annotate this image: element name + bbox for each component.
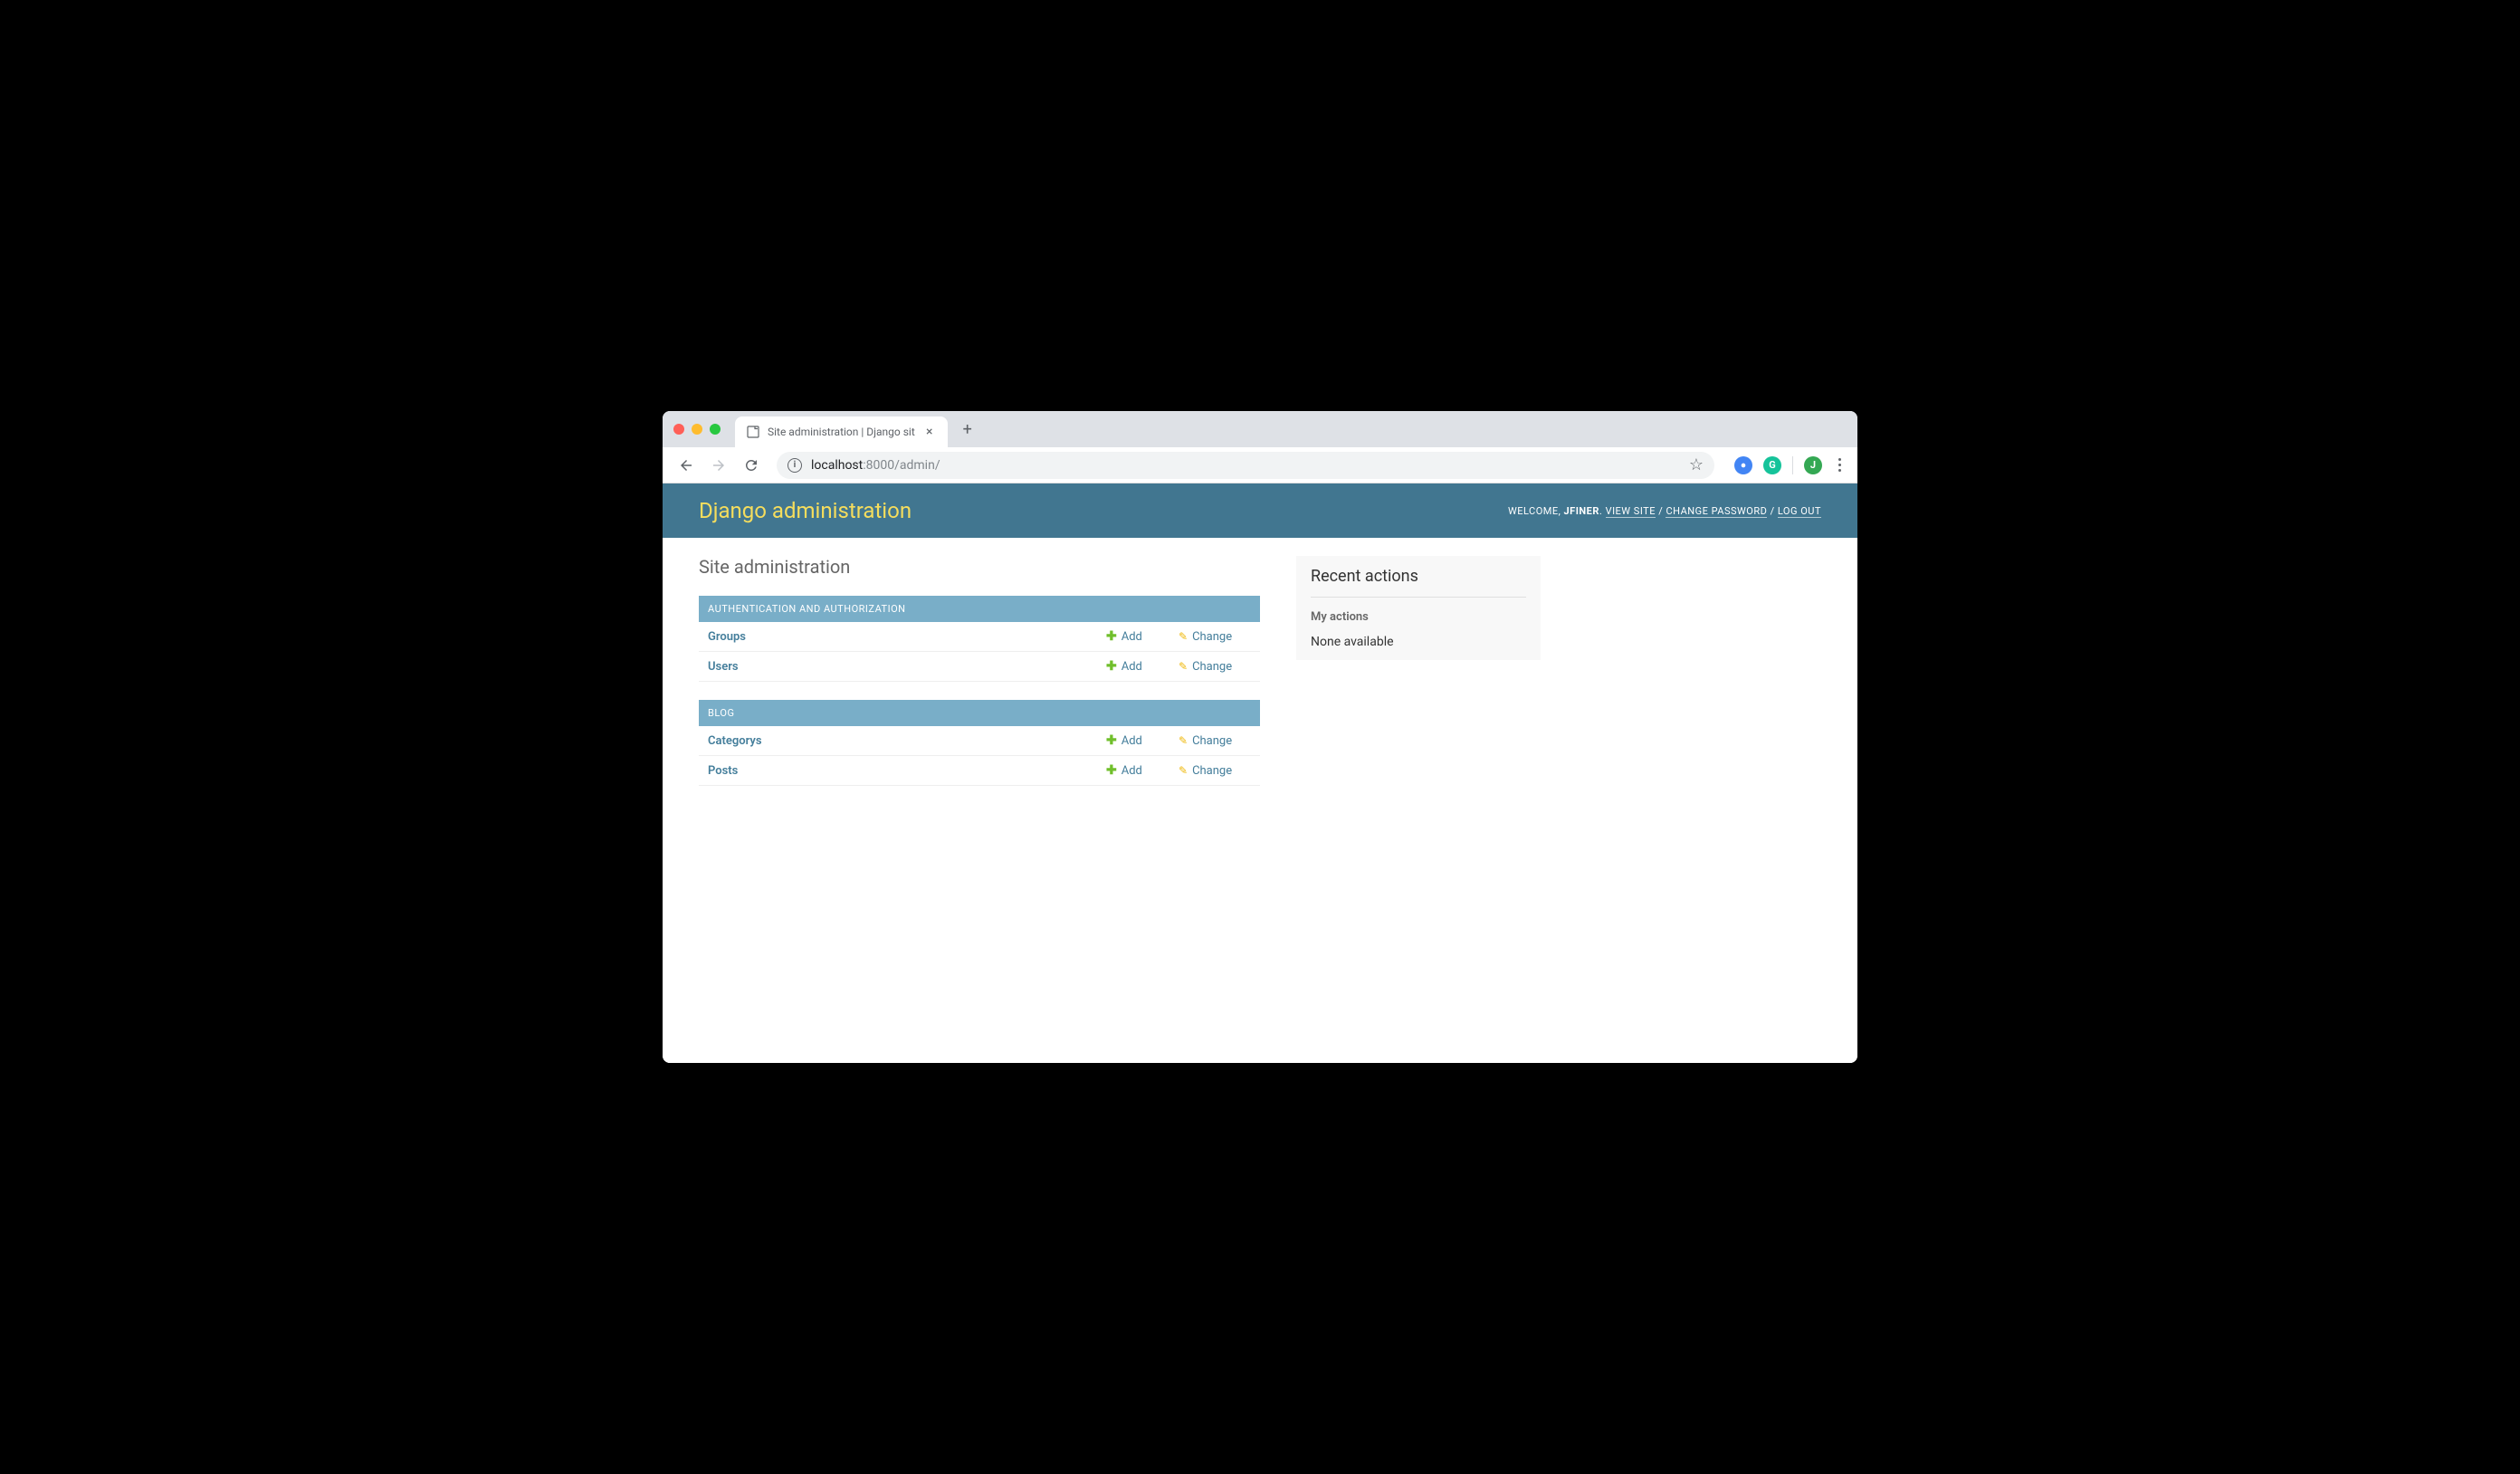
address-bar[interactable]: i localhost:8000/admin/ ☆ [777, 452, 1714, 479]
extension-icon-1[interactable] [1734, 456, 1752, 474]
module: BLOGCategorys✚Add✎ChangePosts✚Add✎Change [699, 700, 1260, 786]
change-link[interactable]: ✎ Change [1179, 764, 1251, 778]
model-row: Groups✚ Add ✎ Change [699, 622, 1260, 652]
site-info-icon[interactable]: i [788, 458, 802, 473]
reload-button[interactable] [739, 453, 764, 478]
model-row: Users✚ Add ✎ Change [699, 652, 1260, 682]
plus-icon: ✚ [1106, 629, 1117, 644]
browser-window: Site administration | Django sit × + i l… [663, 411, 1857, 1063]
page-icon [746, 425, 760, 439]
add-label: Add [1122, 660, 1142, 674]
url-path: :8000/admin/ [863, 458, 940, 473]
window-maximize-button[interactable] [710, 424, 721, 435]
plus-icon: ✚ [1106, 763, 1117, 778]
change-link[interactable]: ✎ Change [1179, 734, 1251, 748]
module: AUTHENTICATION AND AUTHORIZATIONGroups✚A… [699, 596, 1260, 682]
model-link[interactable]: Groups [708, 630, 1106, 644]
url-text: localhost:8000/admin/ [811, 458, 1680, 473]
window-minimize-button[interactable] [692, 424, 702, 435]
recent-actions-none: None available [1311, 635, 1526, 649]
add-label: Add [1122, 764, 1142, 778]
change-password-link[interactable]: CHANGE PASSWORD [1666, 505, 1767, 518]
page-content: Django administration WELCOME, JFINER. V… [663, 483, 1857, 1063]
content-main: Site administration AUTHENTICATION AND A… [699, 556, 1260, 804]
change-label: Change [1192, 764, 1232, 778]
tab-title: Site administration | Django sit [768, 426, 915, 438]
bookmark-icon[interactable]: ☆ [1689, 455, 1704, 474]
pencil-icon: ✎ [1179, 764, 1188, 777]
model-row: Posts✚ Add ✎ Change [699, 756, 1260, 786]
my-actions-subtitle: My actions [1311, 610, 1526, 624]
recent-actions-module: Recent actions My actions None available [1296, 556, 1541, 660]
main-content: Site administration AUTHENTICATION AND A… [663, 538, 1857, 822]
module-caption[interactable]: BLOG [699, 700, 1260, 726]
module-caption[interactable]: AUTHENTICATION AND AUTHORIZATION [699, 596, 1260, 622]
tab-bar: Site administration | Django sit × + [663, 411, 1857, 447]
model-link[interactable]: Users [708, 660, 1106, 674]
extension-icon-2[interactable]: G [1763, 456, 1781, 474]
add-label: Add [1122, 630, 1142, 644]
change-label: Change [1192, 660, 1232, 674]
window-close-button[interactable] [673, 424, 684, 435]
browser-toolbar: i localhost:8000/admin/ ☆ G J [663, 447, 1857, 483]
change-link[interactable]: ✎ Change [1179, 630, 1251, 644]
welcome-text: WELCOME, [1508, 505, 1564, 517]
profile-avatar[interactable]: J [1804, 456, 1822, 474]
plus-icon: ✚ [1106, 659, 1117, 674]
add-link[interactable]: ✚ Add [1106, 629, 1179, 644]
user-tools: WELCOME, JFINER. VIEW SITE / CHANGE PASS… [1508, 505, 1821, 517]
model-row: Categorys✚ Add ✎ Change [699, 726, 1260, 756]
change-label: Change [1192, 734, 1232, 748]
add-link[interactable]: ✚ Add [1106, 659, 1179, 674]
add-label: Add [1122, 734, 1142, 748]
django-header: Django administration WELCOME, JFINER. V… [663, 483, 1857, 538]
back-button[interactable] [673, 453, 699, 478]
logout-link[interactable]: LOG OUT [1778, 505, 1821, 518]
pencil-icon: ✎ [1179, 630, 1188, 643]
forward-button[interactable] [706, 453, 731, 478]
username: JFINER [1564, 505, 1599, 517]
pencil-icon: ✎ [1179, 734, 1188, 747]
toolbar-divider [1792, 456, 1793, 474]
model-link[interactable]: Posts [708, 764, 1106, 778]
page-title: Site administration [699, 556, 1260, 578]
plus-icon: ✚ [1106, 733, 1117, 748]
sidebar: Recent actions My actions None available [1296, 556, 1541, 804]
window-controls [673, 424, 721, 435]
change-label: Change [1192, 630, 1232, 644]
url-host: localhost [811, 458, 863, 473]
branding-title[interactable]: Django administration [699, 498, 912, 523]
model-link[interactable]: Categorys [708, 734, 1106, 748]
extension-icons: G J [1734, 453, 1847, 477]
browser-menu-button[interactable] [1833, 453, 1847, 477]
tab-close-button[interactable]: × [922, 425, 937, 439]
browser-tab[interactable]: Site administration | Django sit × [735, 416, 948, 447]
recent-actions-title: Recent actions [1311, 567, 1526, 598]
view-site-link[interactable]: VIEW SITE [1606, 505, 1656, 518]
pencil-icon: ✎ [1179, 660, 1188, 673]
new-tab-button[interactable]: + [955, 416, 980, 442]
add-link[interactable]: ✚ Add [1106, 733, 1179, 748]
add-link[interactable]: ✚ Add [1106, 763, 1179, 778]
change-link[interactable]: ✎ Change [1179, 660, 1251, 674]
